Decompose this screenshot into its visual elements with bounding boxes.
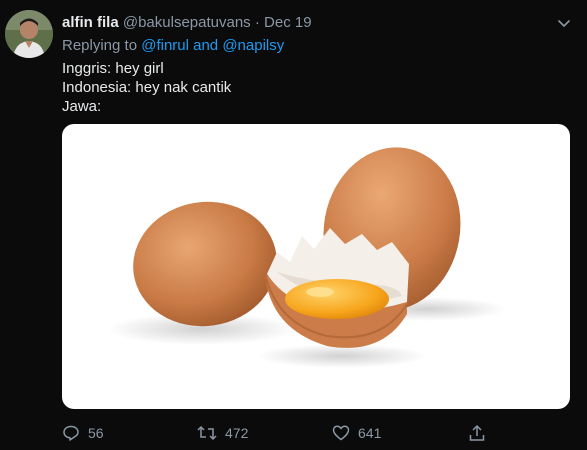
tweet-actions: 56 472 641 [62,424,562,446]
replying-to-label: Replying to [62,37,138,54]
reply-button[interactable]: 56 [62,424,104,442]
tweet-text: Inggris: hey girl Indonesia: hey nak can… [62,59,231,116]
like-button[interactable]: 641 [332,424,381,442]
retweet-icon [197,425,217,441]
tweet-media-eggs-photo[interactable] [62,124,570,409]
author-name[interactable]: alfin fila [62,14,119,31]
retweet-count: 472 [225,425,249,441]
reply-icon [63,425,79,441]
tweet-header: alfin fila @bakulsepatuvans · Dec 19 [62,14,312,31]
share-icon [469,424,485,441]
reply-count: 56 [88,425,104,441]
heart-icon [332,425,350,441]
replying-to-users[interactable]: @finrul and @napilsy [141,37,284,54]
like-count: 641 [358,425,382,441]
tweet-line: Indonesia: hey nak cantik [62,79,232,96]
tweet-line: Inggris: hey girl [62,60,164,77]
more-options-caret-icon[interactable] [555,14,573,32]
replying-to-line: Replying to @finrul and @napilsy [62,37,284,54]
tweet[interactable]: alfin fila @bakulsepatuvans · Dec 19 Rep… [0,0,587,450]
separator: · [254,14,260,31]
retweet-button[interactable]: 472 [197,424,248,442]
author-handle[interactable]: @bakulsepatuvans [123,14,251,31]
share-button[interactable] [468,424,486,442]
tweet-line: Jawa: [62,98,102,115]
avatar[interactable] [5,10,53,58]
tweet-date[interactable]: Dec 19 [264,14,312,31]
